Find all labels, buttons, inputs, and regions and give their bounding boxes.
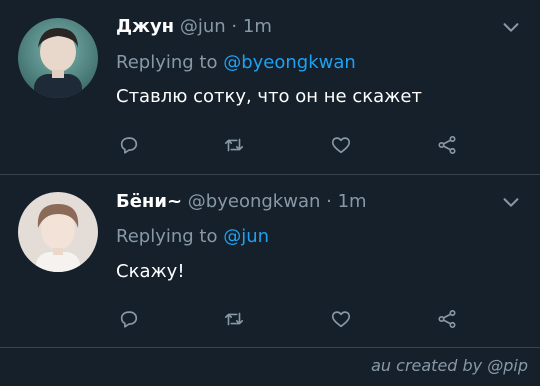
- retweet-icon[interactable]: [221, 306, 247, 332]
- credit-text: au created by @pip: [371, 356, 528, 375]
- handle[interactable]: @byeongkwan: [188, 191, 321, 212]
- avatar[interactable]: [18, 192, 98, 272]
- share-icon[interactable]: [434, 306, 460, 332]
- action-bar: [116, 132, 476, 158]
- separator: ·: [326, 191, 332, 212]
- replying-label: Replying to: [116, 52, 218, 73]
- handle[interactable]: @jun: [180, 16, 226, 37]
- tweet-header: Бёни~ @byeongkwan · 1m: [116, 191, 367, 212]
- divider: [0, 347, 540, 348]
- display-name[interactable]: Джун: [116, 16, 174, 37]
- tweet-header: Джун @jun · 1m: [116, 16, 272, 37]
- display-name[interactable]: Бёни~: [116, 191, 182, 212]
- retweet-icon[interactable]: [221, 132, 247, 158]
- tweet[interactable]: Джун @jun · 1m Replying to @byeongkwan С…: [0, 0, 540, 174]
- tweet[interactable]: Бёни~ @byeongkwan · 1m Replying to @jun …: [0, 175, 540, 347]
- like-icon[interactable]: [328, 306, 354, 332]
- like-icon[interactable]: [328, 132, 354, 158]
- replying-to: Replying to @byeongkwan: [116, 52, 356, 73]
- replying-label: Replying to: [116, 226, 218, 247]
- reply-icon[interactable]: [116, 306, 142, 332]
- separator: ·: [231, 16, 238, 37]
- chevron-down-icon[interactable]: [500, 191, 522, 213]
- timestamp[interactable]: 1m: [338, 191, 367, 212]
- tweet-text: Скажу!: [116, 261, 185, 282]
- replying-to: Replying to @jun: [116, 226, 269, 247]
- chevron-down-icon[interactable]: [500, 16, 522, 38]
- tweet-text: Ставлю сотку, что он не скажет: [116, 86, 422, 107]
- action-bar: [116, 306, 476, 332]
- avatar[interactable]: [18, 18, 98, 98]
- mention-link[interactable]: @jun: [223, 226, 269, 247]
- timestamp[interactable]: 1m: [243, 16, 272, 37]
- mention-link[interactable]: @byeongkwan: [223, 52, 356, 73]
- reply-icon[interactable]: [116, 132, 142, 158]
- share-icon[interactable]: [434, 132, 460, 158]
